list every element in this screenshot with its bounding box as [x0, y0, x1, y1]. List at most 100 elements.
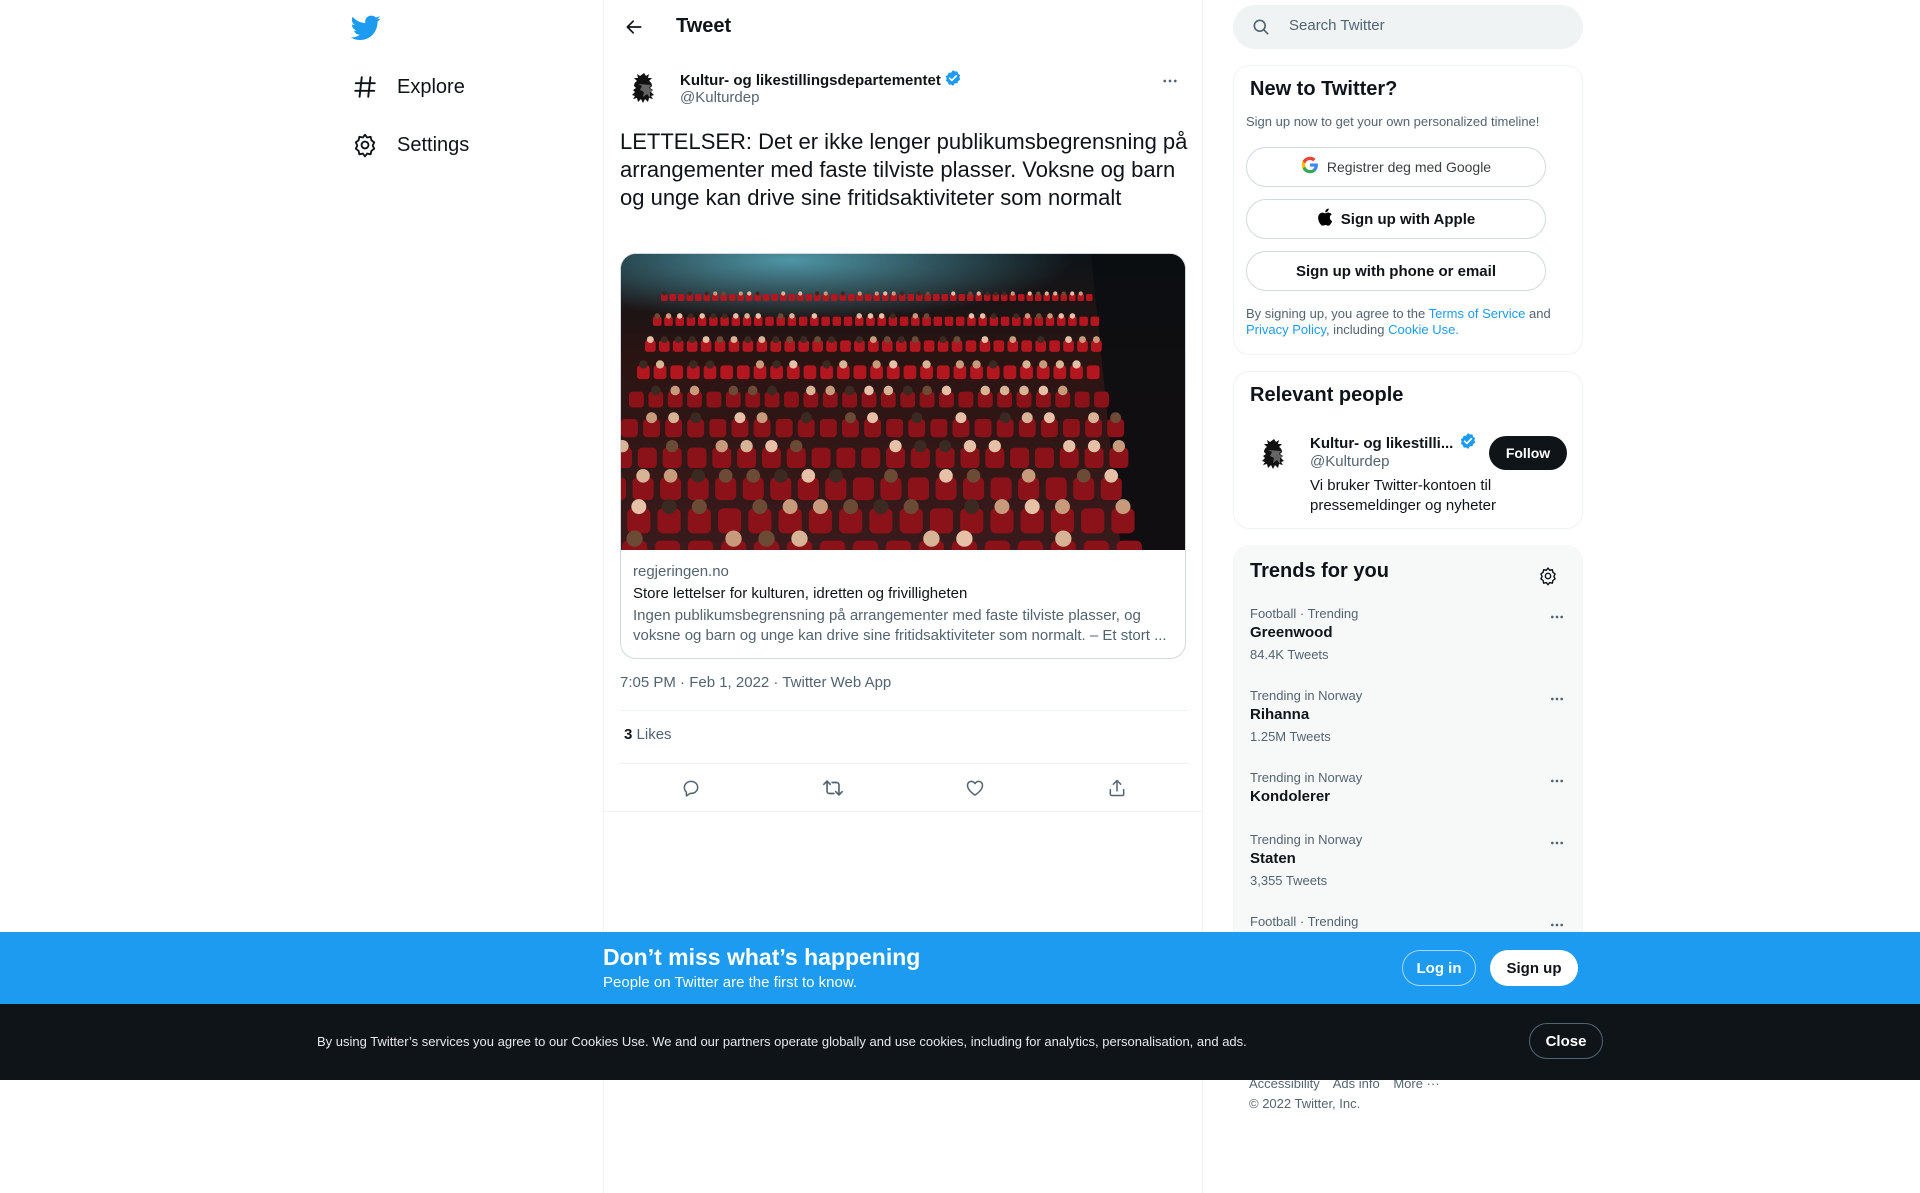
legal-and: and — [1525, 306, 1551, 321]
share-icon[interactable] — [1099, 770, 1135, 806]
trend-item[interactable]: Trending in Norway Rihanna 1.25M Tweets — [1234, 688, 1582, 750]
nav-item-settings[interactable]: Settings — [343, 120, 469, 170]
norway-lion-emblem-icon — [632, 73, 654, 103]
likes-label: Likes — [636, 726, 672, 743]
verified-badge-icon — [1459, 432, 1477, 454]
column-header: Tweet — [604, 0, 1203, 53]
trend-more-icon[interactable] — [1542, 602, 1572, 632]
retweet-icon[interactable] — [815, 770, 851, 806]
tweet-author: Kultur- og likestillingsdepartementet @K… — [620, 64, 1187, 114]
person-bio: Vi bruker Twitter-kontoen til pressemeld… — [1310, 477, 1496, 514]
twitter-logo-icon[interactable] — [350, 12, 381, 42]
card-domain: regjeringen.no — [633, 563, 729, 580]
follow-button[interactable]: Follow — [1489, 436, 1567, 470]
trend-category: Trending in Norway — [1250, 832, 1363, 847]
terms-link[interactable]: Terms of Service — [1429, 306, 1526, 321]
likes-count: 3 — [624, 726, 633, 743]
trend-name: Staten — [1250, 850, 1296, 867]
trend-category: Trending in Norway — [1250, 770, 1363, 785]
avatar[interactable] — [620, 66, 668, 114]
sidebar-footer: Accessibility Ads info More ··· © 2022 T… — [1249, 1074, 1450, 1114]
trend-more-icon[interactable] — [1542, 828, 1572, 858]
legal-including: , including — [1325, 322, 1389, 337]
search-icon — [1251, 17, 1271, 42]
person-name-text: Kultur- og likestilli... — [1310, 434, 1454, 452]
tweet-timestamp: 7:05 PM · Feb 1, 2022 · Twitter Web App — [620, 674, 891, 691]
signup-panel: New to Twitter? Sign up now to get your … — [1233, 65, 1583, 355]
card-image-cinema-audience — [621, 254, 1185, 550]
nav-label-explore: Explore — [397, 75, 465, 98]
apple-signup-label: Sign up with Apple — [1340, 210, 1476, 228]
search-input[interactable] — [1289, 17, 1549, 34]
trend-item[interactable]: Football · Trending Greenwood 84.4K Twee… — [1234, 606, 1582, 668]
trend-item[interactable]: Trending in Norway Staten 3,355 Tweets — [1234, 832, 1582, 894]
cookie-banner-text: By using Twitter’s services you agree to… — [317, 1034, 1247, 1049]
cookie-banner: By using Twitter’s services you agree to… — [0, 1004, 1920, 1080]
trend-more-icon[interactable] — [1542, 766, 1572, 796]
trend-item[interactable]: Trending in Norway Kondolerer — [1234, 770, 1582, 812]
phone-signup-label: Sign up with phone or email — [1295, 262, 1496, 280]
login-banner-subline: People on Twitter are the first to know. — [603, 974, 858, 991]
more-options-icon[interactable] — [1153, 64, 1187, 98]
google-signup-label: Registrer deg med Google — [1326, 159, 1492, 175]
person-name[interactable]: Kultur- og likestilli... — [1310, 432, 1477, 454]
relevant-people-panel: Relevant people Kultur- og likestilli...… — [1233, 371, 1583, 529]
timestamp-link[interactable]: 7:05 PM · Feb 1, 2022 — [620, 674, 769, 691]
likes-stat[interactable]: 3 Likes — [624, 726, 672, 743]
trends-panel: Trends for you Football · Trending Green… — [1233, 545, 1583, 965]
timestamp-separator: · — [769, 674, 783, 691]
page-title: Tweet — [676, 15, 732, 37]
person-handle[interactable]: @Kulturdep — [1310, 453, 1389, 470]
trend-count: 1.25M Tweets — [1250, 729, 1331, 744]
signup-legal-text: By signing up, you agree to the Terms of… — [1246, 306, 1566, 338]
login-banner: Don’t miss what’s happening People on Tw… — [0, 932, 1920, 1004]
nav-item-explore[interactable]: Explore — [343, 62, 465, 112]
footer-copyright: © 2022 Twitter, Inc. — [1249, 1096, 1361, 1111]
google-signup-button[interactable]: Registrer deg med Google — [1246, 147, 1546, 187]
gear-icon — [343, 123, 387, 167]
apple-logo-icon — [1317, 208, 1333, 230]
google-logo-icon — [1301, 156, 1319, 178]
trend-more-icon[interactable] — [1542, 684, 1572, 714]
reply-icon[interactable] — [673, 770, 709, 806]
divider — [620, 710, 1188, 711]
trend-name: Rihanna — [1250, 706, 1310, 723]
card-description: Ingen publikumsbegrensning på arrangemen… — [633, 607, 1167, 644]
verified-badge-icon — [944, 69, 962, 91]
trend-category: Trending in Norway — [1250, 688, 1363, 703]
login-button[interactable]: Log in — [1402, 950, 1476, 986]
author-handle[interactable]: @Kulturdep — [680, 89, 759, 106]
tweet-actions — [620, 770, 1188, 806]
signup-button[interactable]: Sign up — [1490, 950, 1578, 986]
trends-settings-gear-icon[interactable] — [1530, 558, 1566, 594]
author-name-text: Kultur- og likestillingsdepartementet — [680, 71, 941, 89]
signup-panel-title: New to Twitter? — [1250, 78, 1398, 100]
like-heart-icon[interactable] — [957, 770, 993, 806]
search-box[interactable] — [1233, 5, 1583, 49]
card-title: Store lettelser for kulturen, idretten o… — [633, 585, 968, 602]
back-arrow-icon[interactable] — [616, 9, 652, 45]
link-card[interactable]: regjeringen.no Store lettelser for kultu… — [620, 253, 1186, 659]
login-banner-headline: Don’t miss what’s happening — [603, 944, 921, 970]
apple-signup-button[interactable]: Sign up with Apple — [1246, 199, 1546, 239]
divider — [604, 811, 1203, 812]
trend-count: 3,355 Tweets — [1250, 873, 1328, 888]
source-link[interactable]: Twitter Web App — [782, 674, 891, 691]
avatar[interactable] — [1250, 432, 1298, 480]
trend-category: Football · Trending — [1250, 606, 1359, 621]
signup-subtitle: Sign up now to get your own personalized… — [1246, 114, 1540, 129]
phone-email-signup-button[interactable]: Sign up with phone or email — [1246, 251, 1546, 291]
norway-lion-emblem-icon — [1262, 439, 1284, 469]
legal-prefix: By signing up, you agree to the — [1246, 306, 1429, 321]
divider — [620, 763, 1188, 764]
tweet-text: LETTELSER: Det er ikke lenger publikumsb… — [620, 129, 1188, 210]
trends-title: Trends for you — [1250, 560, 1389, 582]
cookie-close-button[interactable]: Close — [1529, 1023, 1603, 1059]
hashtag-icon — [343, 65, 387, 109]
trend-name: Kondolerer — [1250, 788, 1331, 805]
cookie-use-link[interactable]: Cookie Use. — [1388, 322, 1459, 337]
author-name[interactable]: Kultur- og likestillingsdepartementet — [680, 69, 962, 91]
privacy-link[interactable]: Privacy Policy — [1246, 322, 1326, 337]
nav-label-settings: Settings — [397, 133, 470, 156]
trend-count: 84.4K Tweets — [1250, 647, 1329, 662]
